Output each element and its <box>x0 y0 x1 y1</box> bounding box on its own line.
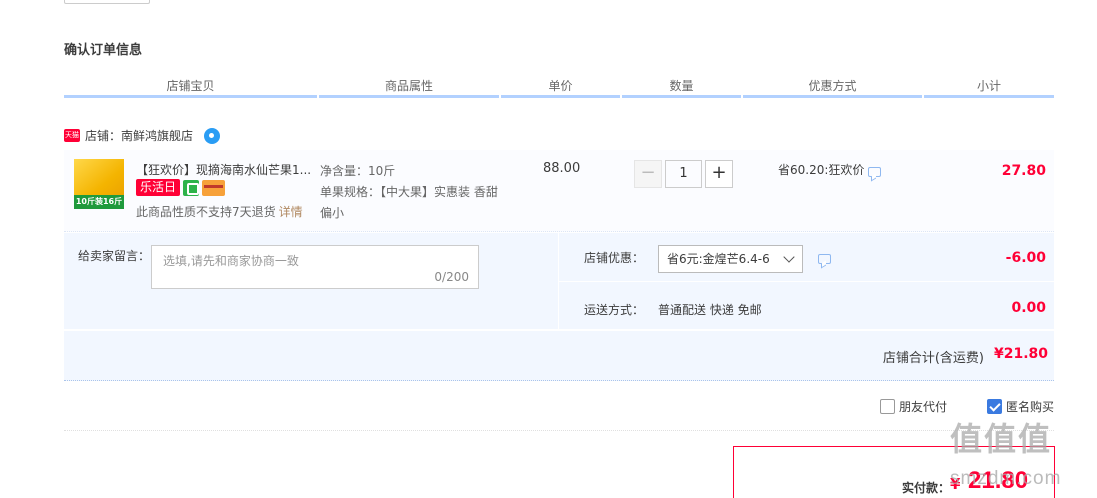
col-header-unit-price: 单价 <box>501 78 620 98</box>
detail-link[interactable]: 详情 <box>279 205 303 219</box>
lehuo-day-tag: 乐活日 <box>136 179 181 196</box>
memo-char-count: 0/200 <box>434 270 469 284</box>
shop-discount-label: 店铺优惠： <box>584 251 645 265</box>
friend-pay-option[interactable]: 朋友代付 <box>879 398 947 415</box>
comment-icon[interactable] <box>868 166 882 177</box>
watermark-url: smzdm.com <box>950 468 1062 489</box>
product-tags: 乐活日 <box>136 179 226 196</box>
seller-memo-label: 给卖家留言： <box>78 249 151 263</box>
discount-selected-value: 省6元:金煌芒6.4-6 <box>667 252 770 266</box>
order-item-row: 10斤装16斤 【狂欢价】现摘海南水仙芒果1... 乐活日 此商品性质不支持7天… <box>64 150 1054 232</box>
product-thumbnail[interactable]: 10斤装16斤 <box>74 159 124 209</box>
credit-card-icon <box>202 179 226 196</box>
qty-plus-button[interactable]: + <box>705 160 733 188</box>
tmall-icon: 天猫 <box>64 129 80 142</box>
attr-net-weight: 净含量：10斤 <box>320 164 396 178</box>
product-attributes: 净含量：10斤 单果规格：【中大果】实惠装 香甜偏小 <box>320 161 500 224</box>
discount-amount: -6.00 <box>1005 250 1046 266</box>
shop-line: 天猫 店铺：南鲜鸿旗舰店 <box>64 127 221 144</box>
friend-pay-checkbox[interactable] <box>879 399 895 414</box>
item-subtotal: 27.80 <box>1001 163 1046 179</box>
promotion-info: 省60.20:狂欢价 <box>778 161 882 178</box>
friend-pay-label: 朋友代付 <box>898 400 947 414</box>
col-header-subtotal: 小计 <box>924 78 1054 98</box>
anonymous-buy-option[interactable]: 匿名购买 <box>986 398 1054 415</box>
no-return-notice: 此商品性质不支持7天退货 详情 <box>136 203 303 220</box>
shop-total-label: 店铺合计(含运费) <box>882 351 984 366</box>
actual-payment-label: 实付款： <box>902 481 951 495</box>
option-row-divider <box>559 281 1054 282</box>
quantity-stepper: − 1 + <box>634 160 733 188</box>
attr-spec: 单果规格：【中大果】实惠装 香甜偏小 <box>320 185 498 220</box>
shop-total-row: 店铺合计(含运费) ¥21.80 <box>64 331 1054 381</box>
col-header-attributes: 商品属性 <box>319 78 499 98</box>
guarantee-icon <box>183 179 200 196</box>
top-button-stub <box>64 0 150 4</box>
chevron-down-icon <box>783 251 795 263</box>
payment-options: 朋友代付 匿名购买 <box>879 398 1054 415</box>
seller-memo-input[interactable]: 选填,请先和商家协商一致 0/200 <box>151 245 479 289</box>
memo-placeholder: 选填,请先和商家协商一致 <box>163 254 299 268</box>
column-header: 店铺宝贝 商品属性 单价 数量 优惠方式 小计 <box>64 78 1054 98</box>
separator-line <box>64 430 1054 431</box>
col-header-quantity: 数量 <box>622 78 741 98</box>
shop-name[interactable]: 店铺：南鲜鸿旗舰店 <box>85 127 193 144</box>
col-header-discount: 优惠方式 <box>743 78 922 98</box>
promotion-text: 省60.20:狂欢价 <box>778 163 865 177</box>
wangwang-chat-icon[interactable] <box>204 127 221 144</box>
watermark-logo: 值值值 <box>950 420 1053 458</box>
section-title: 确认订单信息 <box>64 43 143 58</box>
order-options: 给卖家留言： 选填,请先和商家协商一致 0/200 店铺优惠： 省6元:金煌芒6… <box>64 233 1054 329</box>
discount-comment-icon[interactable] <box>818 254 831 264</box>
product-title-link[interactable]: 【狂欢价】现摘海南水仙芒果1... <box>136 161 311 178</box>
qty-input[interactable]: 1 <box>665 160 702 188</box>
qty-minus-button[interactable]: − <box>634 160 662 188</box>
anonymous-buy-label: 匿名购买 <box>1005 400 1054 414</box>
shipping-method-value: 普通配送 快递 免邮 <box>658 303 762 317</box>
shipping-method-label: 运送方式： <box>584 303 645 317</box>
shipping-amount: 0.00 <box>1011 300 1046 316</box>
unit-price: 88.00 <box>543 161 581 176</box>
thumbnail-label: 10斤装16斤 <box>74 195 124 209</box>
shop-discount-select[interactable]: 省6元:金煌芒6.4-6 <box>658 245 803 273</box>
shop-total-amount: ¥21.80 <box>993 346 1048 362</box>
no-return-text: 此商品性质不支持7天退货 <box>136 205 276 219</box>
anonymous-buy-checkbox[interactable] <box>986 399 1002 414</box>
col-header-shop-item: 店铺宝贝 <box>64 78 317 98</box>
